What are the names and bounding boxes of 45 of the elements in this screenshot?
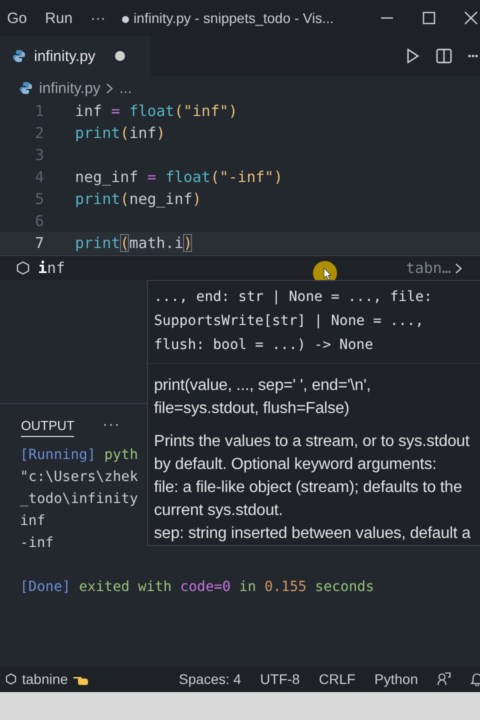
more-button[interactable]: ··· xyxy=(102,416,120,432)
breadcrumb-item[interactable]: ... xyxy=(119,80,132,96)
line-number: 4 xyxy=(34,168,45,186)
suggestion-label: inf xyxy=(38,259,66,277)
status-item[interactable]: tabnine xyxy=(22,671,68,687)
doc-text: print(value, ..., sep=' ', end='\n', xyxy=(154,376,372,396)
editor-tab[interactable]: infinity.py xyxy=(0,36,152,76)
line-number: 5 xyxy=(34,190,45,208)
code-line: print(inf) xyxy=(75,124,166,142)
doc-text: current sys.stdout. xyxy=(154,501,284,521)
signature-line: SupportsWrite[str] | None = ..., xyxy=(154,312,425,331)
output-line: _todo\infinity xyxy=(20,490,138,509)
status-item[interactable]: Spaces: 4 xyxy=(178,671,242,687)
line-number: 3 xyxy=(34,146,45,164)
line-number: 7 xyxy=(34,234,45,252)
line-number: 2 xyxy=(34,124,45,142)
window-title: infinity.py - snippets_todo - Vis... xyxy=(122,10,334,26)
output-line: [Running] pyth xyxy=(20,446,138,465)
suggestion-source: tabn… xyxy=(406,259,451,277)
status-item[interactable]: UTF-8 xyxy=(260,671,300,687)
menu-item[interactable]: Run xyxy=(45,10,73,26)
code-line: print(neg_inf) xyxy=(75,190,202,208)
output-line: inf xyxy=(20,512,46,531)
code-line: print(math.i) xyxy=(75,234,192,252)
menu-item[interactable]: Go xyxy=(7,10,28,26)
doc-text: by default. Optional keyword arguments: xyxy=(154,455,438,475)
suggestion-row[interactable]: inf tabn… xyxy=(0,255,480,280)
doc-text: file=sys.stdout, flush=False) xyxy=(154,399,350,419)
status-item[interactable]: Python xyxy=(374,671,418,687)
line-number: 1 xyxy=(34,102,45,120)
line-number: 6 xyxy=(34,212,45,230)
signature-line: ..., end: str | None = ..., file: xyxy=(154,288,434,307)
status-item[interactable]: CRLF xyxy=(318,671,356,687)
panel-tab[interactable]: OUTPUT xyxy=(21,412,74,436)
code-line: neg_inf = float("-inf") xyxy=(75,168,283,186)
signature-line: flush: bool = ...) -> None xyxy=(154,336,374,355)
menu-item[interactable]: ··· xyxy=(90,10,106,26)
output-line: [Done] exited with code=0 in 0.155 seconds xyxy=(20,578,374,597)
doc-text: file: a file-like object (stream); defaults to the xyxy=(154,478,464,498)
code-line: inf = float("inf") xyxy=(75,102,238,120)
doc-text: sep: string inserted between values, default a xyxy=(154,524,472,544)
output-line: -inf xyxy=(20,534,54,553)
breadcrumb-item[interactable]: infinity.py xyxy=(39,80,100,96)
output-line: "c:\Users\zhek xyxy=(20,468,138,487)
doc-text: Prints the values to a stream, or to sys.stdout xyxy=(154,432,470,452)
